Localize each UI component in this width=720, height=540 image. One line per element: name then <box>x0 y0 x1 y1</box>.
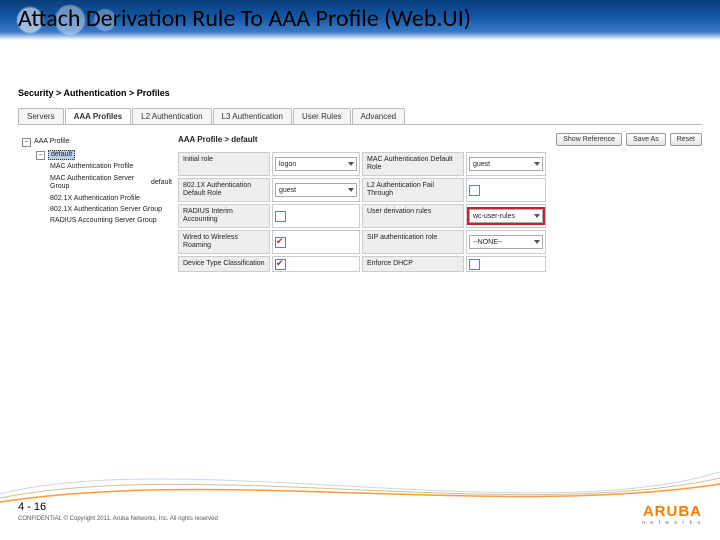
tree-selected[interactable]: − default <box>36 150 172 160</box>
main-panel: AAA Profile > default Show Reference Sav… <box>178 131 702 272</box>
reset-button[interactable]: Reset <box>670 133 702 146</box>
panel-heading: AAA Profile > default <box>178 135 552 144</box>
tab-bar: Servers AAA Profiles L2 Authentication L… <box>18 108 702 125</box>
label-row0-a: Initial role <box>178 152 270 176</box>
tree-item-8021x-auth-server-group[interactable]: 802.1X Authentication Server Group <box>50 206 172 214</box>
tab-user-rules[interactable]: User Rules <box>293 108 351 124</box>
breadcrumb: Security > Authentication > Profiles <box>18 88 702 98</box>
content-area: Security > Authentication > Profiles Ser… <box>0 40 720 272</box>
label-row4-b: Enforce DHCP <box>362 256 464 272</box>
tree-selected-label: default <box>48 150 75 160</box>
tree-root-label: AAA Profile <box>34 138 69 146</box>
row4-b-cell <box>466 256 546 272</box>
tree-root[interactable]: − AAA Profile <box>22 138 172 147</box>
tab-l2-auth[interactable]: L2 Authentication <box>132 108 211 124</box>
label-row2-b: User derivation rules <box>362 204 464 228</box>
confidential-text: CONFIDENTIAL © Copyright 2011. Aruba Net… <box>18 516 218 524</box>
row1-a-cell: guest <box>272 178 360 202</box>
label-row4-a: Device Type Classification <box>178 256 270 272</box>
label-row3-a: Wired to Wireless Roaming <box>178 230 270 254</box>
logo: ARUBA n e t w o r k s <box>642 503 702 526</box>
profile-tree: − AAA Profile − default MAC Authenticati… <box>18 131 178 272</box>
tree-item-8021x-auth-profile[interactable]: 802.1X Authentication Profile <box>50 195 172 203</box>
collapse-icon[interactable]: − <box>22 138 31 147</box>
save-as-button[interactable]: Save As <box>626 133 666 146</box>
tab-advanced[interactable]: Advanced <box>352 108 406 124</box>
tab-servers[interactable]: Servers <box>18 108 64 124</box>
tree-item-radius-accounting[interactable]: RADIUS Accounting Server Group <box>50 217 172 225</box>
row2-a-checkbox[interactable] <box>275 211 286 222</box>
row4-a-checkbox[interactable] <box>275 259 286 270</box>
tree-item-label: MAC Authentication Server Group <box>50 175 151 192</box>
row3-a-cell <box>272 230 360 254</box>
label-row1-a: 802.1X Authentication Default Role <box>178 178 270 202</box>
row3-b-cell: --NONE-- <box>466 230 546 254</box>
row0-a-cell: logon <box>272 152 360 176</box>
label-row2-a: RADIUS Interim Accounting <box>178 204 270 228</box>
row2-b-select[interactable]: wc-user-rules <box>469 209 543 223</box>
tree-item-mac-auth-server-group[interactable]: MAC Authentication Server Group default <box>50 175 172 192</box>
decorative-swoosh <box>0 438 720 508</box>
show-reference-button[interactable]: Show Reference <box>556 133 622 146</box>
settings-grid: Initial role logon MAC Authentication Defa… <box>178 152 702 272</box>
slide-title: Attach Derivation Rule To AAA Profile (W… <box>18 4 471 33</box>
row1-a-select[interactable]: guest <box>275 183 357 197</box>
row3-b-select[interactable]: --NONE-- <box>469 235 543 249</box>
page-number: 4 - 16 <box>18 500 218 514</box>
row2-a-cell <box>272 204 360 228</box>
logo-sub: n e t w o r k s <box>642 520 702 526</box>
row1-b-cell <box>466 178 546 202</box>
row3-a-checkbox[interactable] <box>275 237 286 248</box>
tree-item-mac-auth-profile[interactable]: MAC Authentication Profile <box>50 163 172 171</box>
row0-b-select[interactable]: guest <box>469 157 543 171</box>
row0-a-select[interactable]: logon <box>275 157 357 171</box>
label-row3-b: SIP authentication role <box>362 230 464 254</box>
label-row1-b: L2 Authentication Fail Through <box>362 178 464 202</box>
tree-item-value: default <box>151 179 172 187</box>
tab-l3-auth[interactable]: L3 Authentication <box>213 108 292 124</box>
row4-b-checkbox[interactable] <box>469 259 480 270</box>
row1-b-checkbox[interactable] <box>469 185 480 196</box>
footer: 4 - 16 CONFIDENTIAL © Copyright 2011. Ar… <box>18 500 218 524</box>
label-row0-b: MAC Authentication Default Role <box>362 152 464 176</box>
logo-brand: ARUBA <box>642 503 702 520</box>
tab-aaa-profiles[interactable]: AAA Profiles <box>65 108 132 124</box>
collapse-icon[interactable]: − <box>36 151 45 160</box>
row2-b-cell: wc-user-rules <box>466 204 546 228</box>
row0-b-cell: guest <box>466 152 546 176</box>
row4-a-cell <box>272 256 360 272</box>
